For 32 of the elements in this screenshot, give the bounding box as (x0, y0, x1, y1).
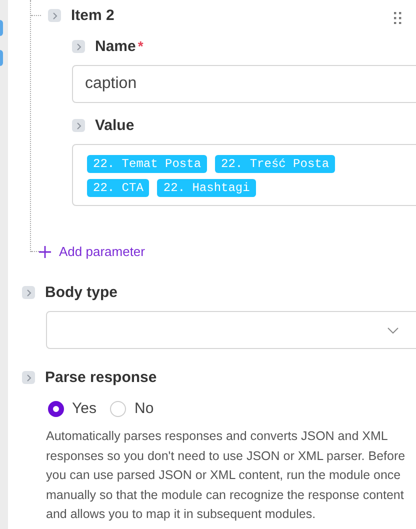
field-label: Parse response (45, 369, 157, 386)
chevron-down-icon (387, 327, 399, 334)
variable-tag[interactable]: 22. Temat Posta (87, 155, 208, 173)
sidebar-marker (0, 20, 3, 36)
expand-toggle[interactable] (72, 119, 85, 132)
body-type-dropdown[interactable] (46, 311, 416, 349)
chevron-right-icon (76, 42, 82, 50)
expand-toggle[interactable] (72, 40, 85, 53)
expand-toggle[interactable] (22, 371, 35, 384)
radio-label[interactable]: No (134, 400, 154, 417)
variable-tag[interactable]: 22. CTA (87, 179, 150, 197)
chevron-right-icon (26, 374, 32, 382)
variable-tag[interactable]: 22. Hashtagi (157, 179, 256, 197)
field-label: Body type (45, 284, 118, 301)
chevron-right-icon (26, 288, 32, 296)
add-parameter-link[interactable]: Add parameter (39, 244, 145, 259)
help-text: Automatically parses responses and converts JSON and XML responses so you don't need to use JSON or XML parser. Before you can use parsed JSON or XML content, run the module once manually so that the module can recognize the response content and allows you to map it in subsequent modules. (46, 428, 406, 524)
radio-button[interactable] (48, 400, 64, 416)
drag-handle-icon[interactable] (394, 12, 402, 24)
chevron-right-icon (76, 122, 82, 130)
field-label: Value (95, 117, 134, 134)
value-field[interactable]: 22. Temat Posta 22. Treść Posta 22. CTA 22. Hashtagi (72, 144, 416, 206)
chevron-right-icon (52, 12, 58, 20)
sidebar-marker (0, 50, 3, 66)
expand-toggle[interactable] (48, 9, 61, 22)
field-label: Name* (95, 38, 144, 55)
radio-label[interactable]: Yes (72, 400, 96, 417)
plus-icon (39, 246, 51, 258)
item-title: Item 2 (71, 7, 114, 24)
name-field[interactable]: caption (72, 65, 416, 103)
variable-tag[interactable]: 22. Treść Posta (215, 155, 336, 173)
expand-toggle[interactable] (22, 286, 35, 299)
